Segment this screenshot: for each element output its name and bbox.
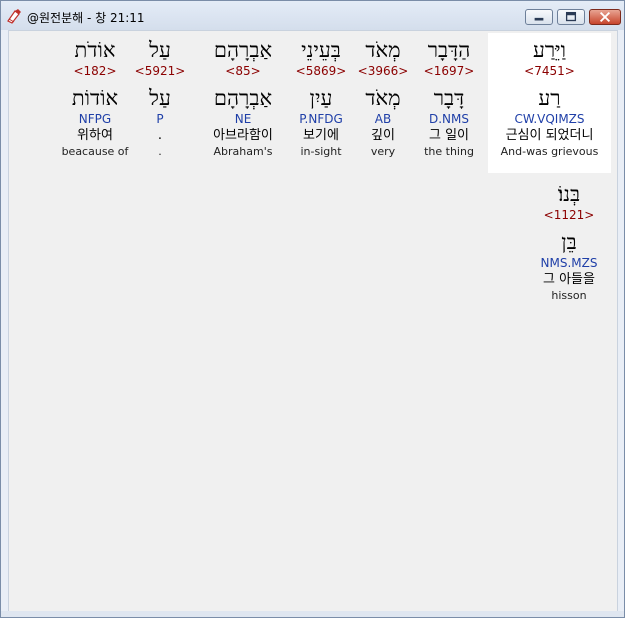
korean-gloss: 위하여 (77, 128, 113, 143)
strong-number[interactable]: <182> (55, 63, 135, 79)
strong-number[interactable]: <5921> (129, 63, 191, 79)
lemma-word: אַבְרָהָם (213, 86, 273, 110)
strong-number[interactable]: <85> (199, 63, 287, 79)
morph-code: CW.VQIMZS (514, 112, 585, 126)
minimize-button[interactable] (525, 9, 553, 25)
close-icon (599, 11, 611, 23)
word-column-5[interactable]: אַבְרָהָם <85> אַבְרָהָם NE 아브라함이 Abraha… (199, 33, 287, 160)
english-gloss: in-sight (300, 145, 342, 158)
status-strip (1, 611, 624, 617)
word-column-4[interactable]: בְּעֵינֵי <5869> עַיִן P.NFDG 보기에 in-sig… (283, 33, 359, 160)
strong-number[interactable]: <5869> (283, 63, 359, 79)
app-icon (7, 9, 21, 24)
strong-number[interactable]: <1697> (411, 63, 487, 79)
hebrew-word: אוֹדֹת (74, 38, 116, 62)
morph-code: P.NFDG (299, 112, 343, 126)
korean-gloss: 그 아들을 (543, 272, 595, 287)
strong-number[interactable]: <1121> (531, 207, 607, 223)
morph-code: D.NMS (428, 112, 469, 126)
strong-number[interactable]: <7451> (488, 63, 611, 79)
app-window: @원전분해 - 창 21:11 וַיֵּרַע <7451> רַע CW.V… (0, 0, 625, 618)
english-gloss: beacause of (61, 145, 129, 158)
english-gloss: the thing (424, 145, 474, 158)
korean-gloss: 보기에 (303, 128, 339, 143)
word-column-7[interactable]: אוֹדֹת <182> אוֹדוֹת NFPG 위하여 beacause o… (55, 33, 135, 160)
window-title: @원전분해 - 창 21:11 (27, 11, 145, 25)
hebrew-word: הַדָּבָר (427, 38, 471, 62)
word-column-1[interactable]: וַיֵּרַע <7451> רַע CW.VQIMZS 근심이 되었더니 A… (488, 33, 611, 173)
english-gloss: hisson (551, 289, 587, 302)
english-gloss: Abraham's (213, 145, 273, 158)
hebrew-word: אַבְרָהָם (213, 38, 273, 62)
word-column-8[interactable]: בְּנוֹ׃ <1121> בֵּן NMS.MZS 그 아들을 hisson (531, 177, 607, 304)
word-column-6[interactable]: עַל <5921> עַל P . . (129, 33, 191, 160)
maximize-button[interactable] (557, 9, 585, 25)
morph-code: NFPG (78, 112, 112, 126)
korean-gloss: 그 일이 (428, 128, 469, 143)
word-column-2[interactable]: הַדָּבָר <1697> דָּבָר D.NMS 그 일이 the th… (411, 33, 487, 160)
hebrew-word: עַל (149, 38, 171, 62)
lemma-word: דָּבָר (433, 86, 465, 110)
interlinear-panel: וַיֵּרַע <7451> רַע CW.VQIMZS 근심이 되었더니 A… (8, 30, 618, 612)
morph-code: NMS.MZS (540, 256, 598, 270)
maximize-icon (565, 11, 577, 22)
minimize-icon (534, 17, 544, 21)
hebrew-word: בְּעֵינֵי (301, 38, 341, 62)
english-gloss: . (158, 145, 162, 158)
lemma-word: עַיִן (309, 86, 333, 110)
hebrew-word: וַיֵּרַע (532, 38, 567, 62)
lemma-word: עַל (149, 86, 171, 110)
korean-gloss: 근심이 되었더니 (505, 128, 594, 143)
lemma-word: אוֹדוֹת (71, 86, 119, 110)
english-gloss: And-was grievous (500, 145, 599, 158)
hebrew-word: בְּנוֹ׃ (557, 182, 581, 206)
lemma-word: רַע (538, 86, 561, 110)
korean-gloss: . (157, 128, 163, 143)
morph-code: P (156, 112, 164, 126)
title-bar[interactable]: @원전분해 - 창 21:11 (1, 1, 624, 30)
close-button[interactable] (589, 9, 621, 25)
korean-gloss: 아브라함이 (213, 128, 273, 143)
lemma-word: בֵּן (561, 230, 577, 254)
morph-code: NE (234, 112, 252, 126)
